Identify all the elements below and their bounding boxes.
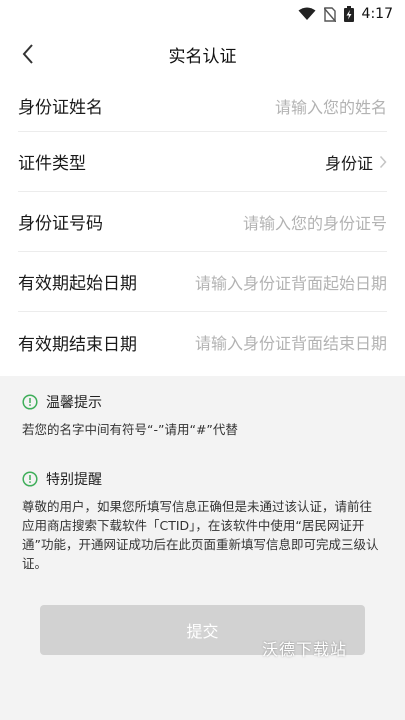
warm-tip-text: 若您的名字中间有符号“-”请用“#”代替 [22,422,238,437]
nav-bar: 实名认证 [0,28,405,80]
special-tip: 特别提醒 尊敬的用户，如果您所填写信息正确但是未通过该认证，请前往应用商店搜索下… [22,469,388,573]
start-date-row: 有效期起始日期 请输入身份证背面起始日期 [18,252,387,312]
special-tip-text: 尊敬的用户，如果您所填写信息正确但是未通过该认证，请前往应用商店搜索下载软件「C… [22,499,379,571]
chevron-right-icon [379,155,387,168]
no-sim-icon [323,6,336,22]
chevron-left-icon [22,44,33,64]
id-type-value: 身份证 [324,153,373,173]
back-button[interactable] [14,40,42,68]
page-title: 实名认证 [168,46,237,67]
id-number-input[interactable]: 请输入您的身份证号 [243,210,387,234]
real-name-form: 身份证姓名 请输入您的姓名 证件类型 身份证 身份证号码 请输入您的身份证号 有… [0,80,405,376]
warm-tip: 温馨提示 若您的名字中间有符号“-”请用“#”代替 [22,392,388,439]
id-type-select[interactable]: 身份证 [325,150,387,174]
name-row: 身份证姓名 请输入您的姓名 [18,80,387,132]
info-circle-icon [22,471,38,487]
special-tip-title: 特别提醒 [46,472,102,488]
battery-charging-icon [343,6,354,22]
end-date-label: 有效期结束日期 [18,334,137,355]
end-date-input[interactable]: 请输入身份证背面结束日期 [195,330,387,354]
id-number-label: 身份证号码 [18,214,103,234]
name-label: 身份证姓名 [18,98,103,118]
wifi-icon [298,7,316,21]
info-circle-icon [22,394,38,410]
end-date-row: 有效期结束日期 请输入身份证背面结束日期 [18,312,387,372]
id-number-row: 身份证号码 请输入您的身份证号 [18,192,387,252]
start-date-input[interactable]: 请输入身份证背面起始日期 [195,270,387,294]
watermark: 沃德下载站 [262,640,348,659]
warm-tip-title: 温馨提示 [46,395,102,411]
status-bar: 4:17 [0,0,405,28]
name-input[interactable]: 请输入您的姓名 [275,94,387,118]
id-type-row[interactable]: 证件类型 身份证 [18,132,387,192]
status-time: 4:17 [361,6,393,22]
id-type-label: 证件类型 [18,154,86,174]
start-date-label: 有效期起始日期 [18,274,137,294]
tips-section: 温馨提示 若您的名字中间有符号“-”请用“#”代替 特别提醒 尊敬的用户，如果您… [22,392,388,573]
